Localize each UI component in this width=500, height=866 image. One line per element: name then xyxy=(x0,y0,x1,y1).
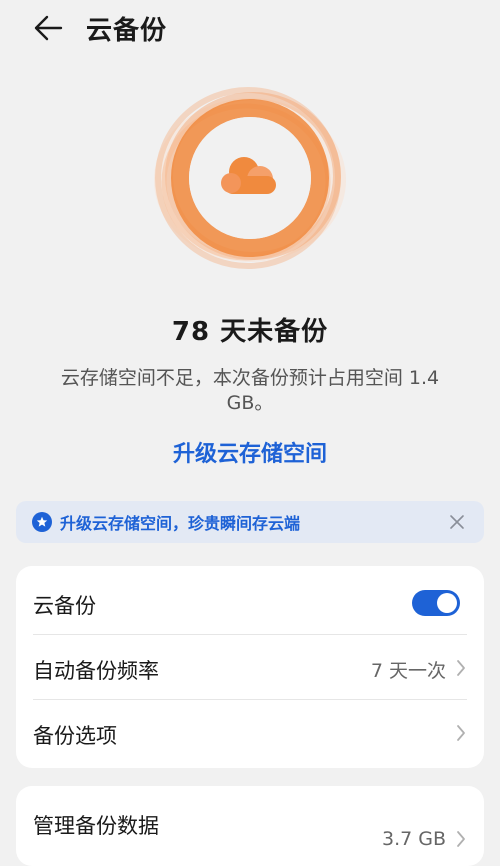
toggle-knob xyxy=(437,593,457,613)
cloud-backup-label: 云备份 xyxy=(33,594,96,618)
backup-settings-card: 云备份 自动备份频率 7 天一次 备份选项 xyxy=(16,566,484,768)
arrow-left-icon xyxy=(34,15,63,41)
backup-frequency-row[interactable]: 自动备份频率 7 天一次 xyxy=(16,635,484,699)
cloud-backup-toggle[interactable] xyxy=(412,590,460,616)
backup-status-description: 云存储空间不足，本次备份预计占用空间 1.4 GB。 xyxy=(60,367,440,414)
manage-backup-size: 3.7 GB xyxy=(381,828,446,850)
backup-status-title: 78 天未备份 xyxy=(171,317,329,347)
star-badge-icon xyxy=(32,512,52,532)
backup-options-row[interactable]: 备份选项 xyxy=(16,700,484,764)
manage-backup-row[interactable]: 管理备份数据 3.7 GB xyxy=(16,790,484,854)
upgrade-storage-link[interactable]: 升级云存储空间 xyxy=(0,436,500,468)
page-title: 云备份 xyxy=(86,16,168,46)
back-button[interactable] xyxy=(30,12,66,44)
app-header: 云备份 xyxy=(0,0,500,56)
backup-frequency-label: 自动备份频率 xyxy=(33,659,159,683)
cloud-backup-row: 云备份 xyxy=(16,570,484,634)
upgrade-banner[interactable]: 升级云存储空间，珍贵瞬间存云端 xyxy=(16,501,484,543)
close-icon[interactable] xyxy=(448,513,466,531)
chevron-right-icon xyxy=(457,660,465,676)
banner-text: 升级云存储空间，珍贵瞬间存云端 xyxy=(60,514,301,533)
chevron-right-icon xyxy=(457,725,465,741)
manage-backup-card: 管理备份数据 3.7 GB xyxy=(16,786,484,866)
backup-status-graphic xyxy=(150,82,350,272)
chevron-right-icon xyxy=(457,831,465,847)
backup-frequency-value: 7 天一次 xyxy=(370,660,446,682)
backup-options-label: 备份选项 xyxy=(33,724,117,748)
